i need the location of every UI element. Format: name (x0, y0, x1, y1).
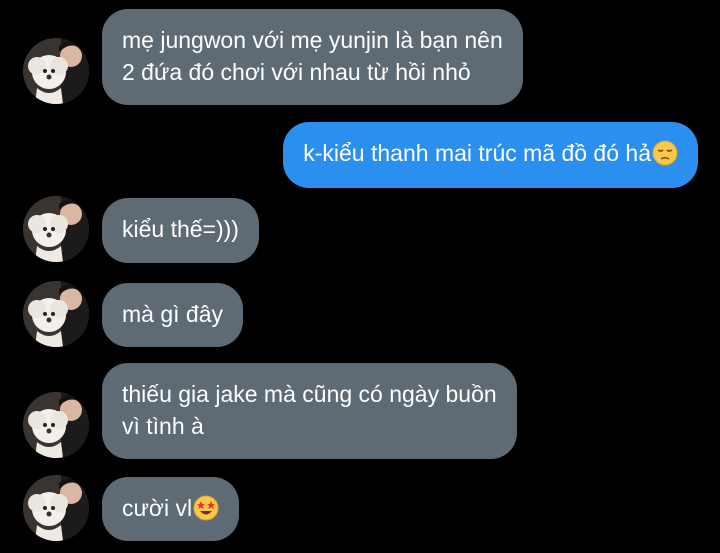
message-text-line: thiếu gia jake mà cũng có ngày buồn (122, 381, 497, 407)
incoming-message-bubble[interactable]: cười vl (102, 477, 240, 541)
message-text-line: mà gì đây (122, 301, 223, 327)
avatar-image (23, 475, 89, 541)
message-text-line: mẹ jungwon với mẹ yunjin là bạn nên (122, 27, 503, 53)
message-text-line: cười vl (122, 495, 193, 521)
incoming-message-bubble[interactable]: mẹ jungwon với mẹ yunjin là bạn nên 2 đứ… (102, 9, 523, 105)
avatar-image (23, 392, 89, 458)
contact-avatar[interactable] (23, 475, 89, 541)
avatar-image (23, 281, 89, 347)
message-text-line: 2 đứa đó chơi với nhau từ hồi nhỏ (122, 59, 471, 85)
message-text-line: kiểu thế=))) (122, 216, 239, 242)
incoming-message-bubble[interactable]: thiếu gia jake mà cũng có ngày buồn vì t… (102, 363, 517, 459)
contact-avatar[interactable] (23, 38, 89, 104)
incoming-message-bubble[interactable]: kiểu thế=))) (102, 198, 259, 263)
avatar-image (23, 38, 89, 104)
contact-avatar[interactable] (23, 392, 89, 458)
message-text-line: k-kiểu thanh mai trúc mã đồ đó hả (303, 140, 651, 166)
message-text-line: vì tình à (122, 413, 204, 439)
avatar-image (23, 196, 89, 262)
pensive-face-emoji-icon (652, 140, 678, 166)
contact-avatar[interactable] (23, 196, 89, 262)
incoming-message-bubble[interactable]: mà gì đây (102, 283, 243, 347)
outgoing-message-bubble[interactable]: k-kiểu thanh mai trúc mã đồ đó hả (283, 122, 698, 188)
contact-avatar[interactable] (23, 281, 89, 347)
star-struck-emoji-icon (193, 495, 219, 521)
